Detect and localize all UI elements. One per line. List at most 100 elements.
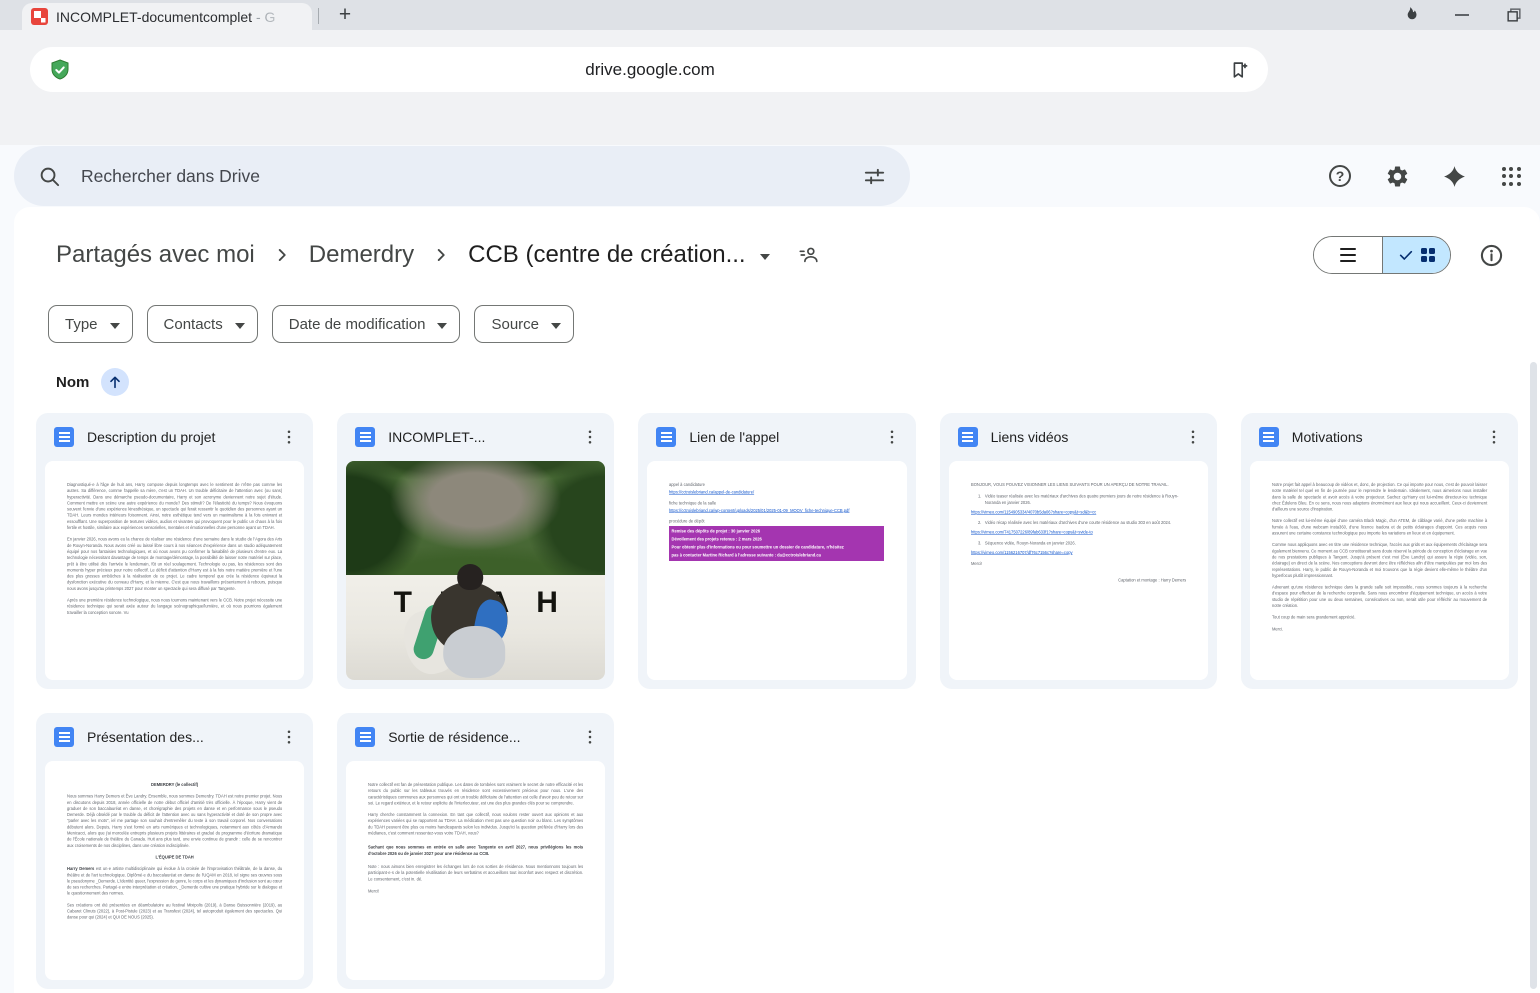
drive-main-panel: Partagés avec moi Demerdry CCB (centre d… (14, 207, 1540, 993)
layout-toggle (1313, 236, 1451, 274)
thumbnail-text: Merci! (368, 888, 380, 894)
thumbnail-text: Notre projet fait appel à beaucoup de vi… (1271, 482, 1487, 512)
browser-toolbar: drive.google.com (0, 30, 1540, 145)
breadcrumb: Partagés avec moi Demerdry CCB (centre d… (48, 238, 820, 272)
thumbnail-text: Harry cherche constamment la connexion. … (368, 812, 584, 836)
shared-folder-people-icon[interactable] (798, 244, 820, 266)
shield-check-icon[interactable] (48, 58, 72, 82)
google-docs-icon (54, 427, 74, 447)
tab-separator (318, 8, 319, 24)
file-thumbnail: Notre collectif est fan de présentation … (346, 761, 606, 980)
new-tab-button[interactable]: + (332, 3, 358, 27)
highlighted-block: Remise des dépôts de projet : 30 janvier… (669, 526, 885, 562)
filter-chips: Type Contacts Date de modification Sourc… (48, 305, 1518, 343)
file-card[interactable]: Liens vidéos BONJOUR, VOUS POUVEZ VISION… (939, 413, 1217, 689)
file-card[interactable]: Présentation des... DEMERDRY (le collect… (36, 713, 314, 989)
view-controls (1313, 236, 1504, 274)
thumbnail-text: Note : nous aimons bien enregistrer les … (368, 864, 584, 882)
search-icon[interactable] (38, 165, 61, 188)
chevron-down-icon (109, 323, 120, 329)
thumbnail-link: https://cctroislebriand.ca/wp-content/up… (669, 508, 850, 513)
flame-icon[interactable] (1384, 0, 1436, 30)
thumbnail-link: https://vimeo.com/1154905334/4070b5da06?… (970, 509, 1096, 515)
chevron-down-icon (437, 323, 448, 329)
grid-view-icon (1420, 247, 1436, 263)
breadcrumb-current-folder[interactable]: CCB (centre de création... (460, 238, 747, 272)
google-docs-icon (957, 427, 978, 447)
file-menu-button[interactable] (275, 423, 303, 451)
file-name: Sortie de résidence... (388, 729, 521, 745)
file-thumbnail: Notre projet fait appel à beaucoup de vi… (1249, 461, 1509, 680)
window-controls (1384, 0, 1540, 30)
thumbnail-text: procédure de dépôt (669, 519, 705, 524)
thumbnail-text: Merci. (1271, 626, 1283, 632)
file-card[interactable]: Description du projet Diagnostiqué·e à l… (36, 413, 314, 689)
foliage-background (346, 461, 606, 575)
url-text: drive.google.com (585, 59, 715, 79)
restore-button[interactable] (1488, 0, 1540, 30)
grid-view-button[interactable] (1382, 237, 1450, 273)
details-info-icon[interactable] (1479, 243, 1504, 268)
file-menu-button[interactable] (878, 423, 906, 451)
thumbnail-text: Diagnostiqué·e à l'âge de huit ans, Harr… (67, 482, 283, 531)
tab-title: INCOMPLET-documentcomplet - G (56, 8, 276, 25)
list-view-button[interactable] (1314, 237, 1382, 273)
minimize-button[interactable] (1436, 0, 1488, 30)
file-menu-button[interactable] (576, 723, 604, 751)
drive-header: ? (0, 145, 1540, 207)
photo-preview: TDAH (346, 461, 606, 680)
file-name: Lien de l'appel (689, 429, 780, 445)
file-card[interactable]: Motivations Notre projet fait appel à be… (1240, 413, 1518, 689)
thumbnail-text: Ses créations ont été présentées en déam… (67, 902, 283, 920)
chevron-right-icon (278, 249, 286, 261)
sort-direction-button[interactable] (101, 368, 130, 396)
thumbnail-text: Sachant que nous sommes en entrée en sal… (368, 845, 584, 856)
settings-gear-icon[interactable] (1384, 163, 1410, 189)
check-icon (1399, 250, 1412, 260)
file-name: INCOMPLET-... (388, 429, 486, 445)
url-bar[interactable]: drive.google.com (30, 47, 1268, 92)
google-docs-icon (656, 427, 677, 447)
thumbnail-link: https://vimeo.com/1156216707/df76c7156c?… (970, 550, 1073, 556)
file-thumbnail-photo: TDAH (346, 461, 606, 680)
filter-chip-contacts[interactable]: Contacts (146, 305, 258, 343)
file-card[interactable]: Sortie de résidence... Notre collectif e… (337, 713, 615, 989)
drive-search-bar[interactable] (14, 146, 910, 206)
filter-chip-modified-date[interactable]: Date de modification (271, 305, 461, 343)
thumbnail-text: fiche technique de la salle (669, 500, 717, 506)
breadcrumb-shared-with-me[interactable]: Partagés avec moi (48, 238, 263, 272)
breadcrumb-demerdry[interactable]: Demerdry (301, 238, 422, 272)
help-icon[interactable]: ? (1327, 163, 1353, 189)
thumbnail-heading: L'ÉQUIPE DE TDAH (155, 854, 194, 860)
folder-dropdown-caret-icon[interactable] (759, 254, 770, 260)
sort-label[interactable]: Nom (56, 374, 89, 391)
file-name: Motivations (1291, 429, 1363, 445)
file-menu-button[interactable] (576, 423, 604, 451)
chevron-down-icon (551, 323, 562, 329)
file-card[interactable]: Lien de l'appel appel à candidature http… (638, 413, 916, 689)
thumbnail-text: Tout coup de main sera grandement appréc… (1271, 615, 1356, 620)
google-docs-icon (355, 727, 376, 747)
search-input[interactable] (81, 165, 843, 187)
browser-tab[interactable]: INCOMPLET-documentcomplet - G (22, 3, 312, 30)
list-view-icon (1340, 247, 1356, 263)
thumbnail-text: Nous sommes Harry Demers et Ève Landry. … (67, 794, 283, 848)
search-filters-icon[interactable] (863, 165, 886, 188)
file-name: Présentation des... (87, 729, 204, 745)
google-docs-icon (54, 727, 74, 747)
thumbnail-text: Notre collectif est fan de présentation … (368, 782, 584, 806)
filter-chip-source[interactable]: Source (474, 305, 575, 343)
google-apps-grid-icon[interactable] (1498, 163, 1524, 189)
google-docs-icon (355, 427, 376, 447)
thumbnail-heading: DEMERDRY (le collectif) (151, 782, 199, 788)
bookmark-add-icon[interactable] (1228, 59, 1250, 81)
file-menu-button[interactable] (1179, 423, 1207, 451)
browser-tab-bar: INCOMPLET-documentcomplet - G + (0, 0, 1540, 30)
file-menu-button[interactable] (275, 723, 303, 751)
file-grid: Description du projet Diagnostiqué·e à l… (36, 413, 1518, 989)
file-card[interactable]: INCOMPLET-... TDAH (337, 413, 615, 689)
file-menu-button[interactable] (1480, 423, 1508, 451)
vertical-scrollbar[interactable] (1530, 362, 1537, 989)
gemini-sparkle-icon[interactable] (1441, 163, 1467, 189)
filter-chip-type[interactable]: Type (48, 305, 133, 343)
